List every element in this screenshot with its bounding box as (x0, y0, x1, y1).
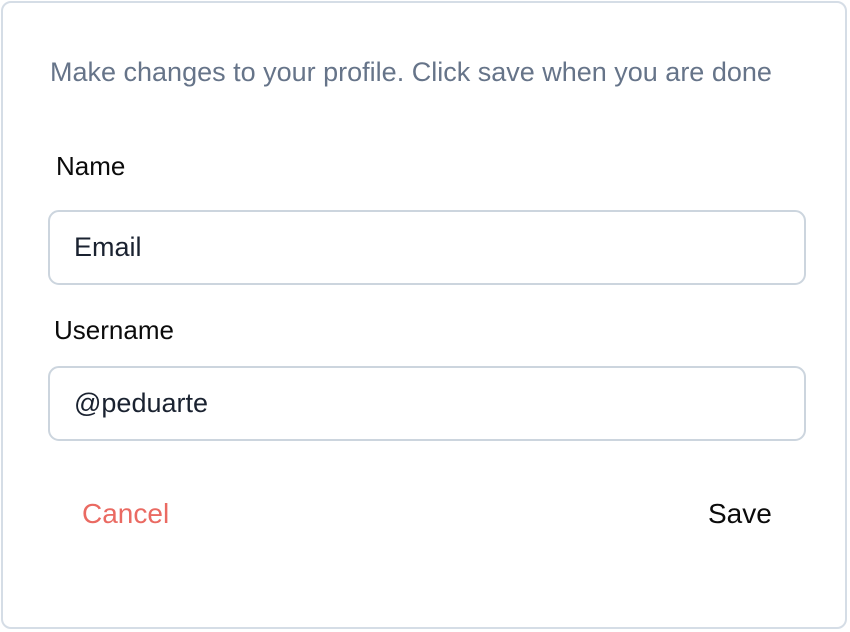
cancel-button[interactable]: Cancel (82, 493, 169, 535)
edit-profile-dialog: Make changes to your profile. Click save… (1, 1, 847, 629)
username-label: Username (54, 315, 174, 345)
dialog-description: Make changes to your profile. Click save… (50, 57, 772, 87)
save-button[interactable]: Save (708, 493, 772, 535)
name-label: Name (56, 151, 126, 181)
username-input[interactable] (48, 366, 806, 441)
name-input[interactable] (48, 210, 806, 285)
